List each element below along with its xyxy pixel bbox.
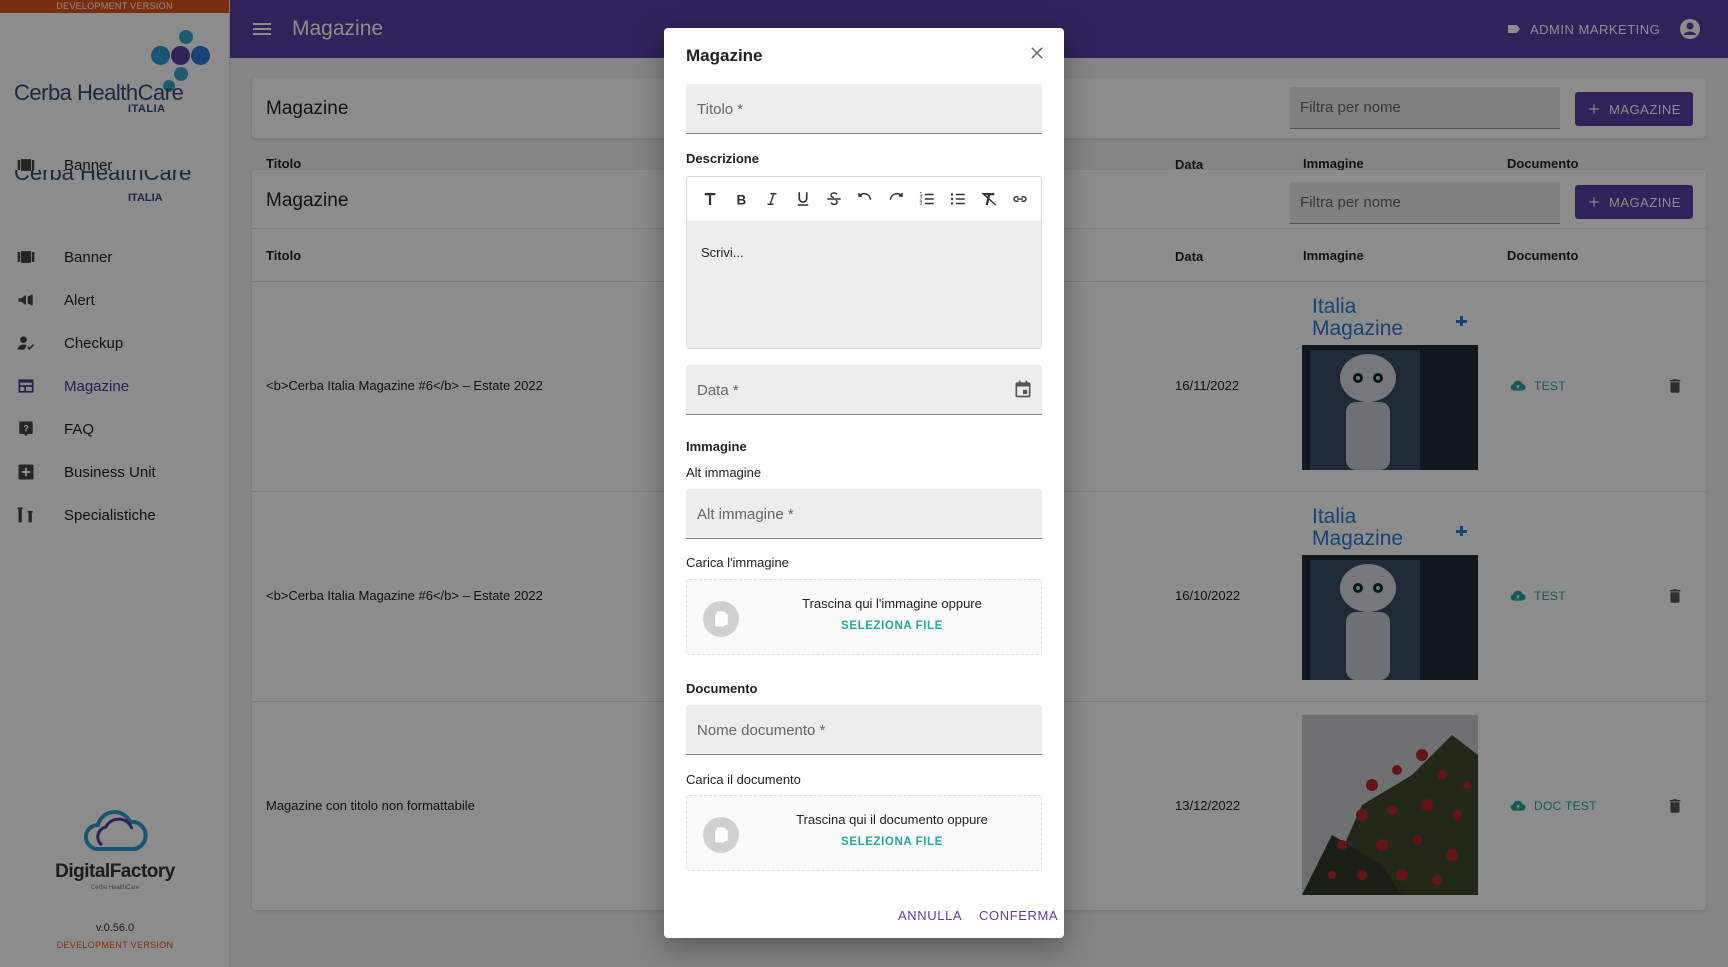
close-icon[interactable] [1028,44,1046,62]
numbered-list-icon[interactable]: 123 [914,187,939,212]
file-copy-icon [703,817,739,853]
alt-immagine-field[interactable]: Alt immagine * [686,489,1042,539]
nome-documento-field[interactable]: Nome documento * [686,705,1042,755]
document-drop-text: Trascina qui il documento oppure [796,812,988,827]
confirm-button[interactable]: CONFERMA [979,908,1058,923]
alt-immagine-label: Alt immagine [686,465,762,480]
data-field[interactable]: Data * [686,365,1042,415]
select-image-file-button[interactable]: SELEZIONA FILE [757,620,1027,632]
redo-icon[interactable] [883,187,908,212]
undo-icon[interactable] [852,187,877,212]
immagine-label: Immagine [686,439,747,454]
documento-label: Documento [686,681,758,696]
select-document-file-button[interactable]: SELEZIONA FILE [757,836,1027,848]
calendar-icon[interactable] [1013,379,1033,399]
dialog-title: Magazine [686,46,763,65]
clear-format-icon[interactable] [976,187,1001,212]
text-format-icon[interactable] [697,187,722,212]
strikethrough-icon[interactable] [821,187,846,212]
magazine-dialog: Magazine Titolo * Descrizione B 123 Scri… [664,28,1064,938]
image-drop-text: Trascina qui l'immagine oppure [802,596,982,611]
link-icon[interactable] [1007,187,1032,212]
data-placeholder: Data * [697,382,739,399]
underline-icon[interactable] [790,187,815,212]
svg-text:B: B [736,192,746,207]
rich-text-editor: B 123 Scrivi... [686,176,1042,349]
carica-immagine-label: Carica l'immagine [686,555,789,570]
carica-documento-label: Carica il documento [686,772,801,787]
bold-icon[interactable]: B [728,187,753,212]
titolo-field[interactable]: Titolo * [686,84,1042,134]
descrizione-label: Descrizione [686,151,759,166]
editor-content[interactable]: Scrivi... [687,221,1041,348]
editor-toolbar: B 123 [687,177,1041,221]
italic-icon[interactable] [759,187,784,212]
file-copy-icon [703,601,739,637]
svg-text:3: 3 [919,201,922,207]
document-dropzone[interactable]: Trascina qui il documento oppure SELEZIO… [686,795,1042,871]
cancel-button[interactable]: ANNULLA [898,908,962,923]
image-dropzone[interactable]: Trascina qui l'immagine oppure SELEZIONA… [686,579,1042,655]
bullet-list-icon[interactable] [945,187,970,212]
